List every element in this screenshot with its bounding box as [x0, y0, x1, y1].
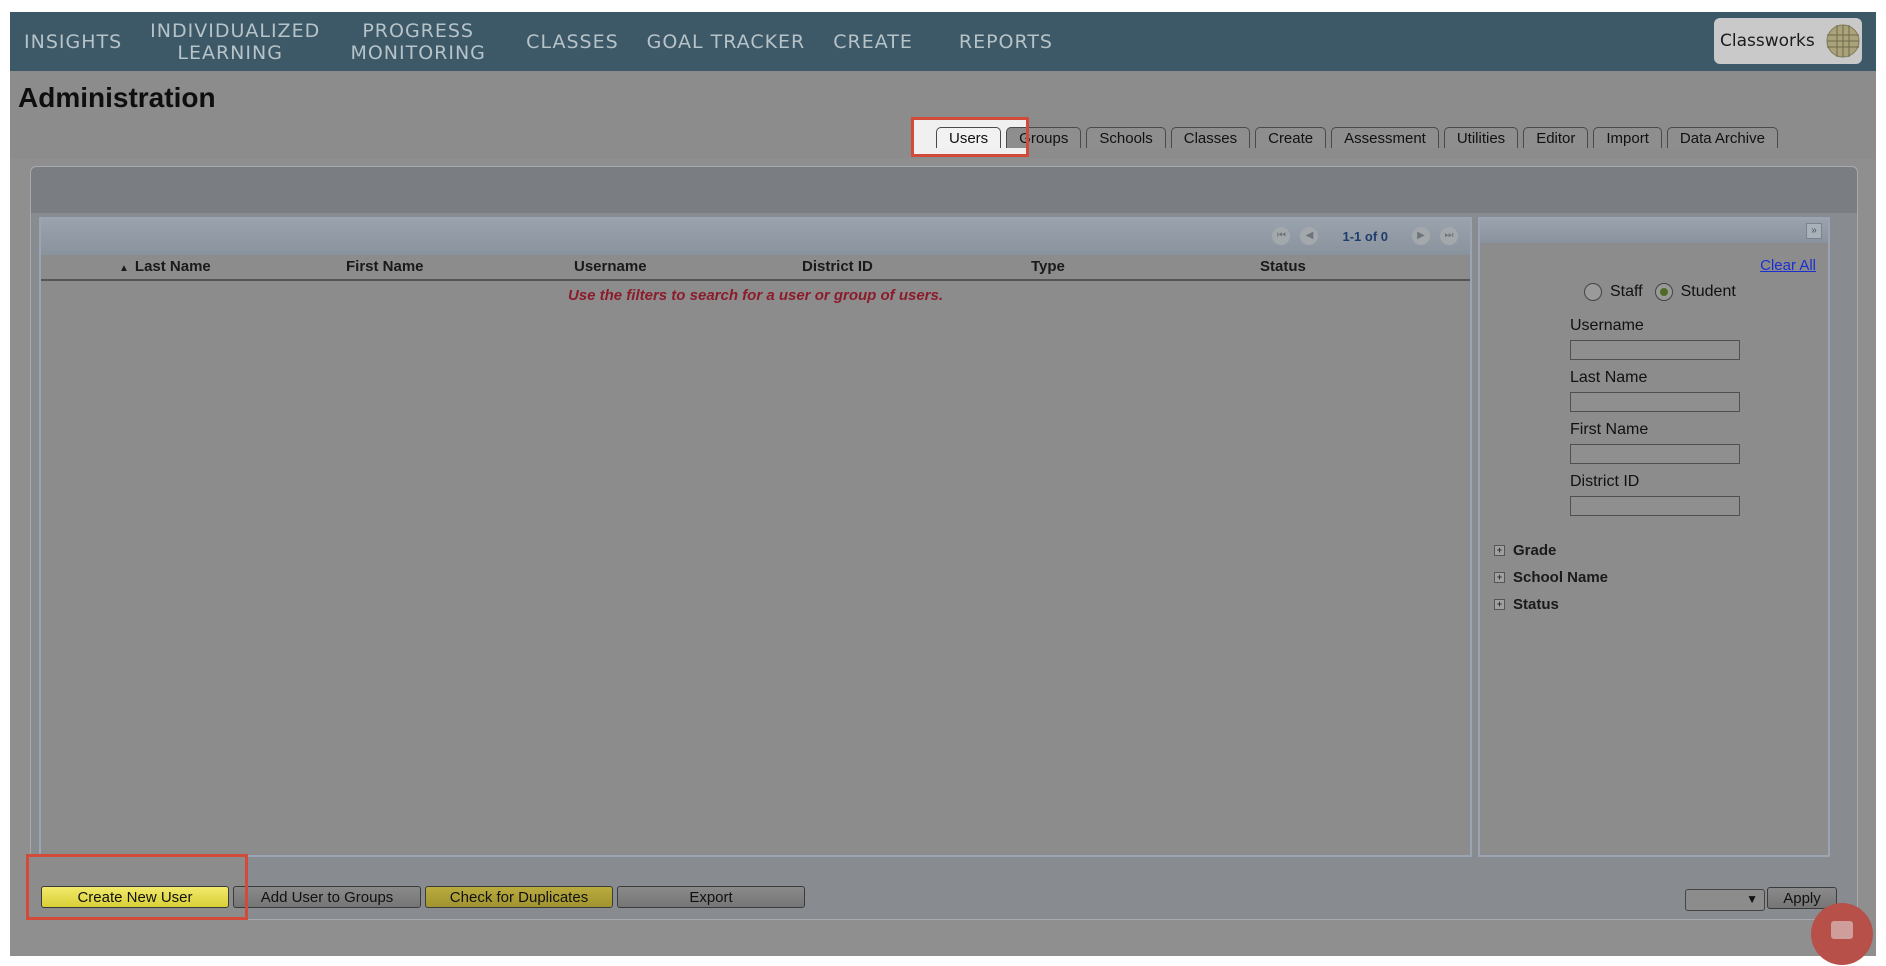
- empty-message: Use the filters to search for a user or …: [567, 287, 944, 304]
- users-grid: ⏮ ◀ 1-1 of 0 ▶ ⏭ ▲ Last Name First Name U…: [39, 217, 1472, 857]
- prev-page-icon[interactable]: ◀: [1300, 227, 1319, 245]
- pager-text: 1-1 of 0: [1342, 228, 1388, 244]
- users-panel: ⏮ ◀ 1-1 of 0 ▶ ⏭ ▲ Last Name First Name U…: [30, 166, 1858, 920]
- nav-individualized-learning[interactable]: INDIVIDUALIZED LEARNING: [136, 20, 324, 64]
- app-frame: INSIGHTS INDIVIDUALIZED LEARNING PROGRES…: [10, 12, 1876, 956]
- tab-schools[interactable]: Schools: [1086, 127, 1166, 148]
- nav-progress-monitoring[interactable]: PROGRESS MONITORING: [324, 20, 512, 64]
- filter-grade[interactable]: + Grade: [1494, 542, 1556, 559]
- username-input[interactable]: [1570, 340, 1740, 360]
- col-first-name[interactable]: First Name: [346, 258, 424, 275]
- panel-header: [31, 167, 1857, 213]
- tab-assessment[interactable]: Assessment: [1331, 127, 1439, 148]
- check-duplicates-button[interactable]: Check for Duplicates: [425, 886, 613, 908]
- filter-school-name[interactable]: + School Name: [1494, 569, 1608, 586]
- filters-panel: » Clear All Staff Student Username Last …: [1478, 217, 1830, 857]
- user-type-radios: Staff Student: [1584, 283, 1740, 301]
- district-id-input[interactable]: [1570, 496, 1740, 516]
- nav-insights[interactable]: INSIGHTS: [10, 31, 136, 53]
- nav-classes[interactable]: CLASSES: [512, 31, 632, 53]
- student-radio-label: Student: [1680, 283, 1736, 300]
- first-page-icon[interactable]: ⏮: [1272, 227, 1291, 245]
- tab-data-archive[interactable]: Data Archive: [1666, 127, 1778, 148]
- col-last-name-label: Last Name: [134, 258, 211, 275]
- bulk-action-select[interactable]: ▼: [1685, 889, 1765, 911]
- tab-classes[interactable]: Classes: [1170, 127, 1251, 148]
- globe-logo-icon: [1826, 24, 1860, 58]
- admin-tabs: Users Groups Schools Classes Create Asse…: [936, 127, 1778, 148]
- chat-button[interactable]: [1811, 903, 1873, 965]
- add-user-to-groups-button[interactable]: Add User to Groups: [233, 886, 421, 908]
- radio-selected-dot: [1659, 288, 1668, 296]
- last-name-input[interactable]: [1570, 392, 1740, 412]
- col-status[interactable]: Status: [1260, 258, 1306, 275]
- next-page-icon[interactable]: ▶: [1412, 227, 1430, 245]
- col-username[interactable]: Username: [574, 258, 647, 275]
- staff-radio-label: Staff: [1610, 283, 1643, 300]
- tab-import[interactable]: Import: [1593, 127, 1662, 148]
- username-label: Username: [1570, 317, 1644, 334]
- chevron-down-icon: ▼: [1746, 892, 1758, 906]
- expand-icon: +: [1494, 599, 1505, 610]
- nav-create[interactable]: CREATE: [819, 31, 927, 53]
- nav-goal-tracker[interactable]: GOAL TRACKER: [633, 31, 820, 53]
- filter-status[interactable]: + Status: [1494, 596, 1559, 613]
- tab-editor[interactable]: Editor: [1523, 127, 1589, 148]
- filter-status-label: Status: [1513, 596, 1559, 613]
- last-page-icon[interactable]: ⏭: [1440, 227, 1458, 245]
- first-name-label: First Name: [1570, 421, 1649, 438]
- create-new-user-button[interactable]: Create New User: [41, 886, 229, 908]
- staff-radio[interactable]: [1584, 283, 1602, 301]
- pager: ⏮ ◀ 1-1 of 0 ▶ ⏭: [1272, 227, 1458, 245]
- sort-asc-icon: ▲: [119, 263, 129, 274]
- filter-grade-label: Grade: [1513, 542, 1557, 559]
- collapse-icon[interactable]: »: [1806, 223, 1822, 239]
- brand-button[interactable]: Classworks: [1714, 18, 1862, 64]
- tab-create[interactable]: Create: [1255, 127, 1327, 148]
- chat-icon: [1831, 921, 1853, 939]
- student-radio[interactable]: [1654, 283, 1673, 301]
- nav-reports[interactable]: REPORTS: [945, 31, 1067, 53]
- expand-icon: +: [1494, 572, 1505, 583]
- filter-school-name-label: School Name: [1513, 569, 1609, 586]
- tab-groups[interactable]: Groups: [1006, 127, 1082, 148]
- tab-users[interactable]: Users: [936, 127, 1002, 148]
- col-type[interactable]: Type: [1031, 258, 1065, 275]
- clear-all-link[interactable]: Clear All: [1760, 257, 1816, 274]
- grid-toolbar: ⏮ ◀ 1-1 of 0 ▶ ⏭: [41, 219, 1470, 255]
- col-district-id[interactable]: District ID: [802, 258, 873, 275]
- page-title: Administration: [18, 82, 216, 113]
- first-name-input[interactable]: [1570, 444, 1740, 464]
- action-buttons: Create New User Add User to Groups Check…: [41, 886, 805, 908]
- col-last-name[interactable]: ▲ Last Name: [119, 258, 211, 275]
- grid-header: ▲ Last Name First Name Username District …: [41, 255, 1470, 281]
- brand-name: Classworks: [1720, 31, 1815, 51]
- filters-bar: »: [1480, 219, 1828, 243]
- last-name-label: Last Name: [1570, 369, 1648, 386]
- expand-icon: +: [1494, 545, 1505, 556]
- top-nav: INSIGHTS INDIVIDUALIZED LEARNING PROGRES…: [10, 12, 1876, 71]
- district-id-label: District ID: [1570, 473, 1640, 490]
- tab-utilities[interactable]: Utilities: [1443, 127, 1519, 148]
- export-button[interactable]: Export: [617, 886, 805, 908]
